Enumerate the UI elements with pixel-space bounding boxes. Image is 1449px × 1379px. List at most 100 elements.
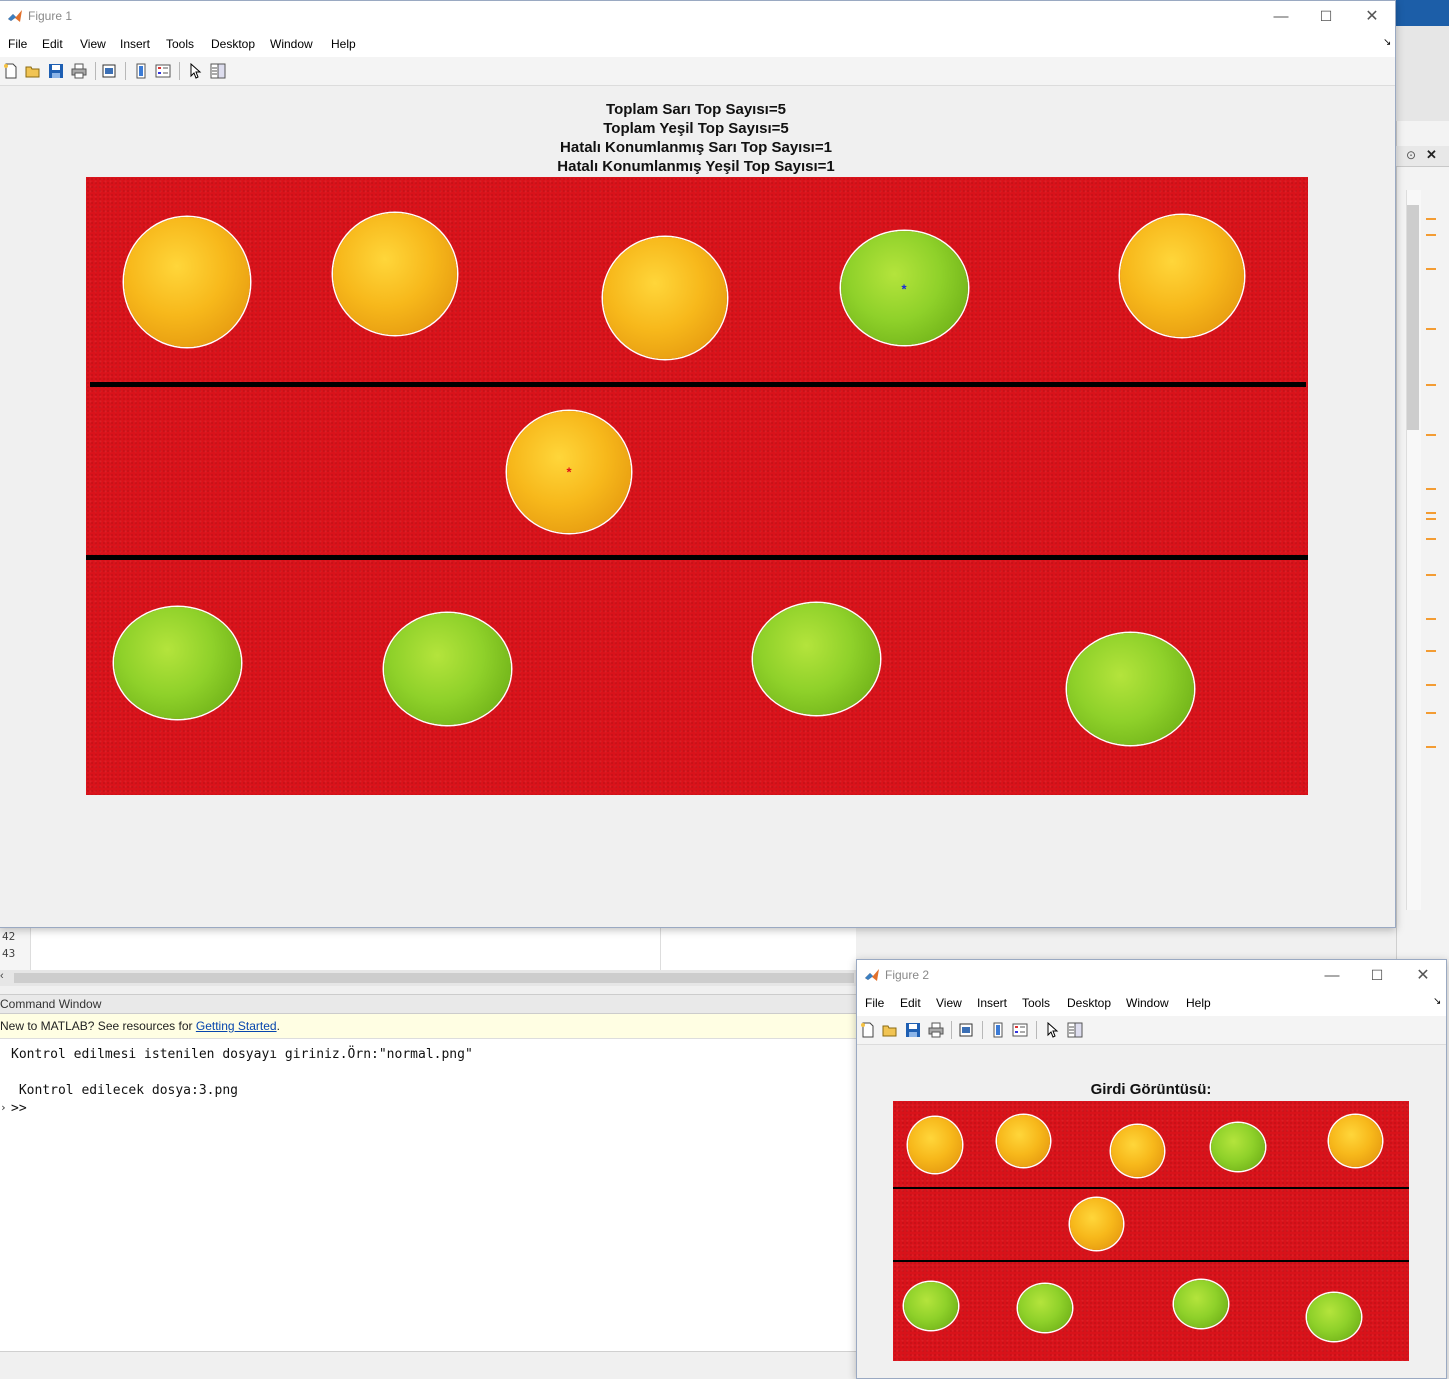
colorbar-icon[interactable] bbox=[133, 63, 149, 79]
yellow-ball bbox=[1111, 1125, 1164, 1177]
desktop-toolstrip bbox=[1396, 26, 1449, 121]
code-analyzer-marker[interactable] bbox=[1426, 518, 1436, 520]
menu-view[interactable]: View bbox=[80, 32, 106, 51]
open-icon[interactable] bbox=[882, 1022, 898, 1038]
minimize-icon[interactable]: — bbox=[1258, 1, 1304, 32]
yellow-ball bbox=[124, 217, 250, 347]
status-bar bbox=[0, 1351, 856, 1376]
toolbar-separator bbox=[951, 1021, 952, 1039]
save-icon[interactable] bbox=[48, 63, 64, 79]
yellow-ball bbox=[997, 1115, 1050, 1167]
code-analyzer-marker[interactable] bbox=[1426, 488, 1436, 490]
code-analyzer-marker[interactable] bbox=[1426, 574, 1436, 576]
title-line-green-total: Toplam Yeşil Top Sayısı=5 bbox=[603, 120, 789, 137]
menu-window[interactable]: Window bbox=[1126, 991, 1169, 1010]
code-analyzer-marker[interactable] bbox=[1426, 712, 1436, 714]
property-editor-icon[interactable] bbox=[210, 63, 226, 79]
line-number: 42 bbox=[2, 930, 16, 943]
panel-close-icon[interactable]: ✕ bbox=[1426, 147, 1437, 163]
code-analyzer-marker[interactable] bbox=[1426, 746, 1436, 748]
menu-tools[interactable]: Tools bbox=[1022, 991, 1050, 1010]
close-icon[interactable]: ✕ bbox=[1349, 1, 1395, 32]
legend-icon[interactable] bbox=[1012, 1022, 1028, 1038]
menu-help[interactable]: Help bbox=[1186, 991, 1211, 1010]
scroll-left-icon[interactable]: ‹ bbox=[0, 970, 4, 982]
green-ball bbox=[904, 1282, 958, 1330]
close-icon[interactable]: ✕ bbox=[1400, 960, 1446, 991]
menu-help[interactable]: Help bbox=[331, 32, 356, 51]
colorbar-icon[interactable] bbox=[990, 1022, 1006, 1038]
code-analyzer-marker[interactable] bbox=[1426, 512, 1436, 514]
menu-file[interactable]: File bbox=[8, 32, 27, 51]
code-analyzer-marker[interactable] bbox=[1426, 684, 1436, 686]
print-preview-icon[interactable] bbox=[101, 63, 117, 79]
new-figure-icon[interactable] bbox=[860, 1022, 876, 1038]
editor-horizontal-scrollbar[interactable]: ‹ bbox=[0, 970, 856, 986]
dock-arrow-icon[interactable]: ↘ bbox=[1383, 32, 1391, 48]
figure2-window[interactable]: Figure 2 — ☐ ✕ File Edit View Insert Too… bbox=[856, 959, 1447, 1379]
pointer-icon[interactable] bbox=[1045, 1022, 1061, 1038]
menu-edit[interactable]: Edit bbox=[42, 32, 63, 51]
line-number-gutter: 42 43 bbox=[0, 928, 31, 970]
print-preview-icon[interactable] bbox=[958, 1022, 974, 1038]
code-analyzer-marker[interactable] bbox=[1426, 384, 1436, 386]
command-prompt[interactable]: >> bbox=[11, 1101, 27, 1116]
right-panel-header: ⊙ ✕ bbox=[1396, 146, 1449, 167]
command-window-title: Command Window bbox=[0, 997, 102, 1011]
yellow-ball bbox=[908, 1117, 962, 1173]
print-icon[interactable] bbox=[928, 1022, 944, 1038]
misplaced-green-marker: * bbox=[901, 281, 907, 297]
panel-menu-icon[interactable]: ⊙ bbox=[1406, 148, 1416, 162]
code-analyzer-marker[interactable] bbox=[1426, 328, 1436, 330]
print-icon[interactable] bbox=[71, 63, 87, 79]
getting-started-link[interactable]: Getting Started bbox=[196, 1019, 277, 1033]
menu-edit[interactable]: Edit bbox=[900, 991, 921, 1010]
code-analyzer-marker[interactable] bbox=[1426, 618, 1436, 620]
code-analyzer-marker[interactable] bbox=[1426, 268, 1436, 270]
code-analyzer-marker[interactable] bbox=[1426, 650, 1436, 652]
menu-file[interactable]: File bbox=[865, 991, 884, 1010]
figure1-titlebar[interactable]: Figure 1 — ☐ ✕ bbox=[0, 1, 1395, 32]
code-analyzer-marker[interactable] bbox=[1426, 538, 1436, 540]
figure1-window[interactable]: Figure 1 — ☐ ✕ File Edit View Insert Too… bbox=[0, 0, 1396, 928]
code-analyzer-marker[interactable] bbox=[1426, 434, 1436, 436]
command-window[interactable]: Kontrol edilmesi istenilen dosyayı girin… bbox=[0, 1039, 856, 1351]
dock-arrow-icon[interactable]: ↘ bbox=[1433, 991, 1441, 1007]
menu-insert[interactable]: Insert bbox=[120, 32, 150, 51]
figure2-menubar: File Edit View Insert Tools Desktop Wind… bbox=[857, 991, 1446, 1016]
yellow-ball bbox=[1329, 1115, 1382, 1167]
code-analyzer-marker[interactable] bbox=[1426, 218, 1436, 220]
code-analyzer-marker[interactable] bbox=[1426, 234, 1436, 236]
menu-tools[interactable]: Tools bbox=[166, 32, 194, 51]
menu-desktop[interactable]: Desktop bbox=[1067, 991, 1111, 1010]
figure2-image-axes[interactable] bbox=[893, 1101, 1409, 1361]
title-line-yellow-total: Toplam Sarı Top Sayısı=5 bbox=[606, 101, 786, 118]
save-icon[interactable] bbox=[905, 1022, 921, 1038]
yellow-ball bbox=[333, 213, 457, 335]
figure2-toolbar bbox=[857, 1016, 1446, 1045]
notice-period: . bbox=[276, 1019, 280, 1033]
menu-view[interactable]: View bbox=[936, 991, 962, 1010]
command-output-line: Kontrol edilecek dosya:3.png bbox=[11, 1083, 238, 1098]
menu-window[interactable]: Window bbox=[270, 32, 313, 51]
maximize-icon[interactable]: ☐ bbox=[1354, 960, 1400, 991]
pointer-icon[interactable] bbox=[188, 63, 204, 79]
legend-icon[interactable] bbox=[155, 63, 171, 79]
minimize-icon[interactable]: — bbox=[1309, 960, 1355, 991]
new-figure-icon[interactable] bbox=[3, 63, 19, 79]
property-editor-icon[interactable] bbox=[1067, 1022, 1083, 1038]
scrollbar-thumb[interactable] bbox=[14, 973, 854, 983]
menu-desktop[interactable]: Desktop bbox=[211, 32, 255, 51]
maximize-icon[interactable]: ☐ bbox=[1303, 1, 1349, 32]
green-ball bbox=[1174, 1280, 1228, 1328]
figure2-titlebar[interactable]: Figure 2 — ☐ ✕ bbox=[857, 960, 1446, 991]
figure1-image-axes[interactable]: * * bbox=[86, 177, 1308, 795]
editor-scrollbar-thumb[interactable] bbox=[1407, 205, 1419, 430]
toolbar-separator bbox=[179, 62, 180, 80]
menu-insert[interactable]: Insert bbox=[977, 991, 1007, 1010]
open-icon[interactable] bbox=[25, 63, 41, 79]
figure2-title: Figure 2 bbox=[885, 968, 930, 982]
toolbar-separator bbox=[95, 62, 96, 80]
getting-started-notice: New to MATLAB? See resources for Getting… bbox=[0, 1014, 856, 1039]
editor-pane[interactable] bbox=[0, 928, 856, 970]
